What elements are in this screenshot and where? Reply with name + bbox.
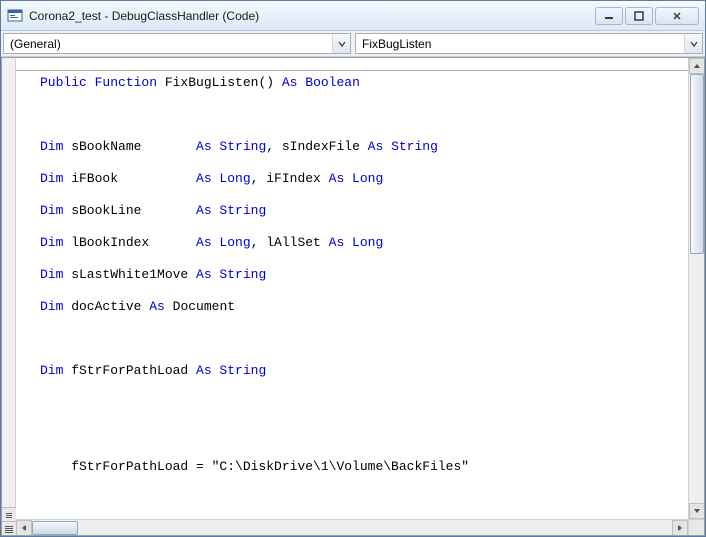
horizontal-scrollbar[interactable] xyxy=(16,519,688,535)
object-dropdown-value: (General) xyxy=(4,35,332,53)
scrollbar-corner xyxy=(688,519,704,535)
scroll-down-button[interactable] xyxy=(689,503,704,519)
vertical-scrollbar[interactable] xyxy=(688,58,704,519)
code-editor: Public Function FixBugListen() As Boolea… xyxy=(1,57,705,536)
margin-gutter xyxy=(2,58,16,535)
window-title: Corona2_test - DebugClassHandler (Code) xyxy=(29,9,595,23)
code-window: Corona2_test - DebugClassHandler (Code) … xyxy=(0,0,706,537)
chevron-down-icon[interactable] xyxy=(684,34,702,53)
procedure-dropdown-value: FixBugListen xyxy=(356,35,684,53)
object-dropdown[interactable]: (General) xyxy=(3,33,351,54)
minimize-button[interactable] xyxy=(595,7,623,25)
full-module-view-button[interactable] xyxy=(2,521,16,535)
procedure-view-button[interactable] xyxy=(2,507,16,521)
vertical-scroll-track[interactable] xyxy=(689,74,704,503)
app-icon xyxy=(7,8,23,24)
code-text[interactable]: Public Function FixBugListen() As Boolea… xyxy=(16,58,688,519)
maximize-button[interactable] xyxy=(625,7,653,25)
chevron-down-icon[interactable] xyxy=(332,34,350,53)
procedure-dropdown[interactable]: FixBugListen xyxy=(355,33,703,54)
code-area[interactable]: Public Function FixBugListen() As Boolea… xyxy=(16,58,704,535)
horizontal-scroll-thumb[interactable] xyxy=(32,521,78,535)
vertical-scroll-thumb[interactable] xyxy=(690,74,704,254)
scroll-up-button[interactable] xyxy=(689,58,704,74)
scroll-right-button[interactable] xyxy=(672,520,688,536)
close-button[interactable] xyxy=(655,7,699,25)
horizontal-scroll-track[interactable] xyxy=(32,520,672,536)
scroll-left-button[interactable] xyxy=(16,520,32,536)
window-controls xyxy=(595,7,699,25)
dropdown-row: (General) FixBugListen xyxy=(1,31,705,57)
titlebar: Corona2_test - DebugClassHandler (Code) xyxy=(1,1,705,31)
